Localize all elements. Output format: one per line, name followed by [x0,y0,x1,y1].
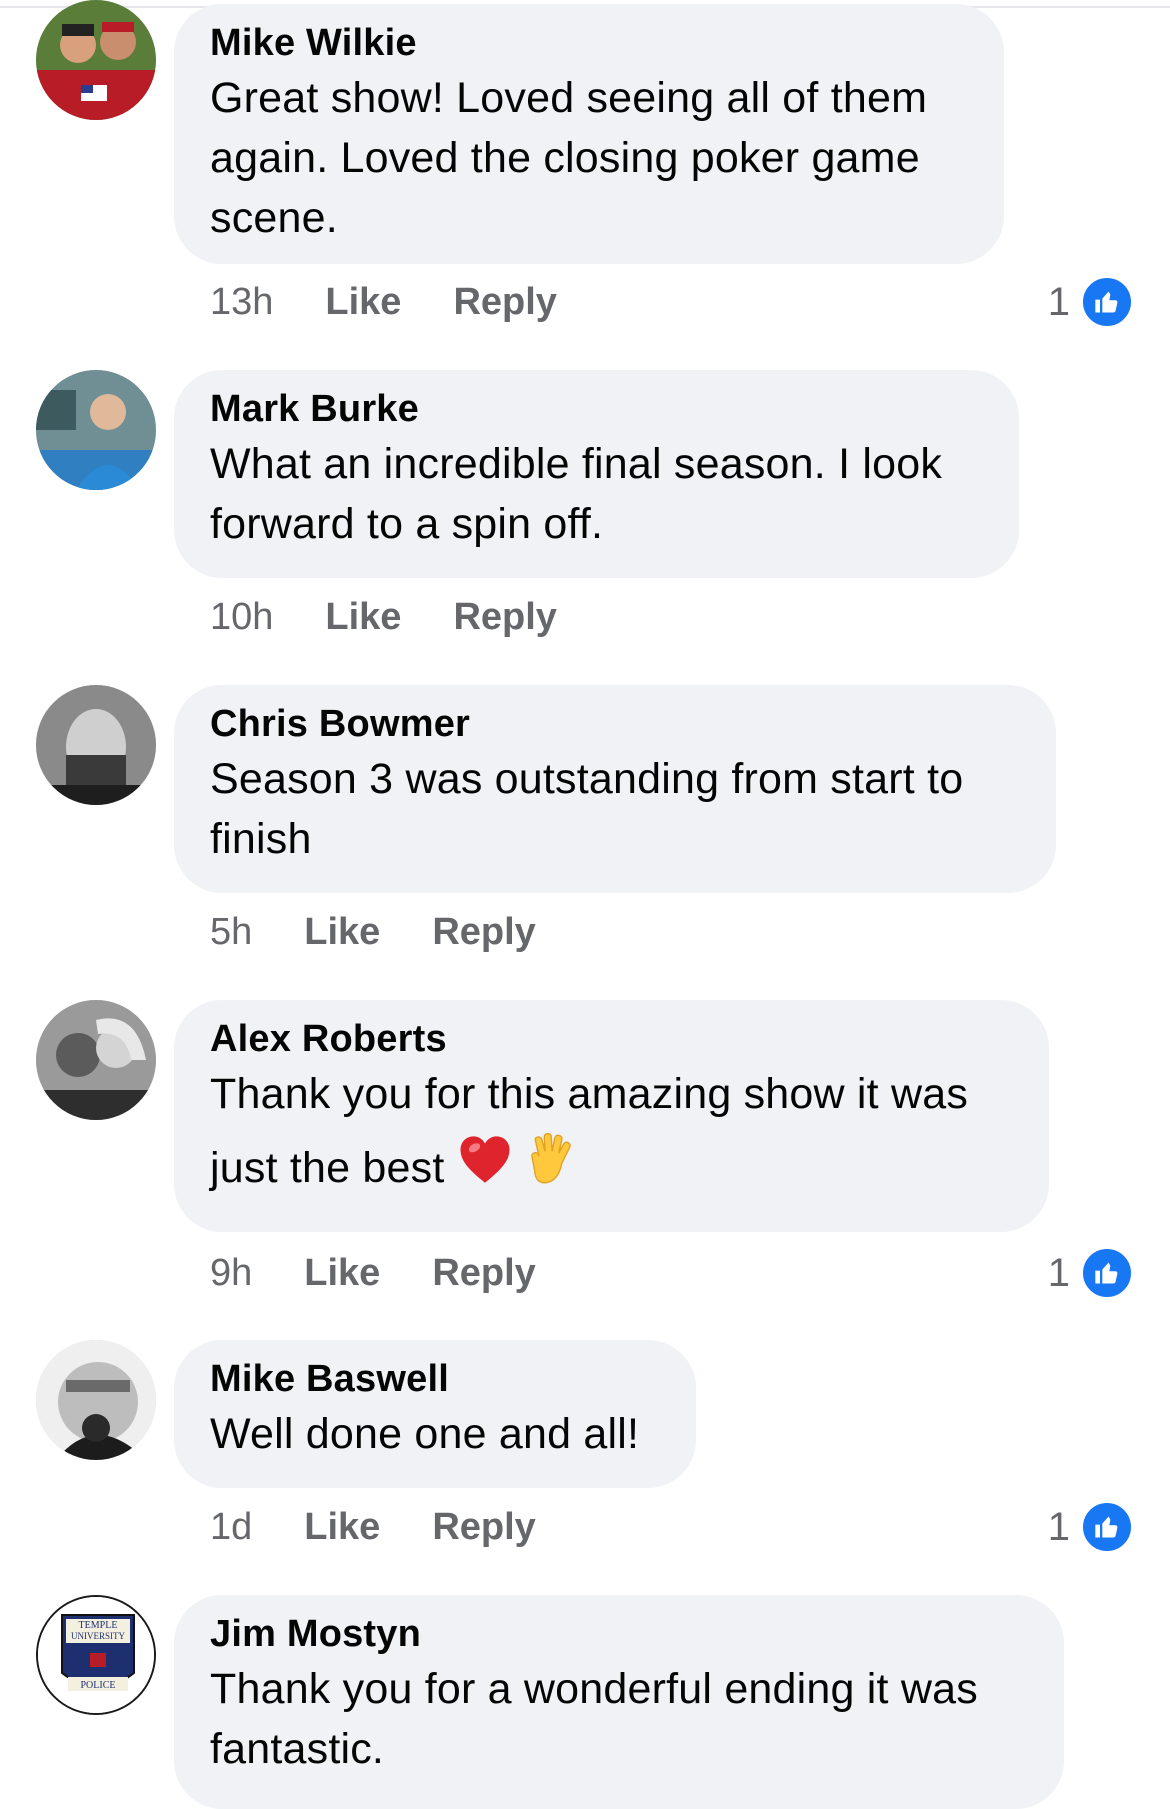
like-button[interactable]: Like [304,1252,380,1295]
badge-text-line1: TEMPLE [79,1620,118,1631]
comment-author[interactable]: Mike Baswell [210,1354,660,1404]
comment-actions: 1d Like Reply [210,1502,588,1552]
comment-text-line: Season 3 was outstanding from start to [210,755,964,803]
comment-time[interactable]: 10h [210,596,273,639]
reply-button[interactable]: Reply [432,1506,535,1549]
comment-author[interactable]: Alex Roberts [210,1014,1013,1064]
comment-author[interactable]: Mike Wilkie [210,18,968,68]
reaction-count: 1 [1047,279,1070,324]
like-button[interactable]: Like [325,281,401,324]
badge-text-line3: POLICE [81,1680,116,1691]
comment-bubble: Chris Bowmer Season 3 was outstanding fr… [174,685,1056,893]
red-heart-icon [457,1132,513,1209]
avatar[interactable]: TEMPLE UNIVERSITY POLICE [36,1595,156,1715]
comment-time[interactable]: 13h [210,281,273,324]
reaction-summary[interactable]: 1 [1047,1246,1134,1300]
badge-text-line2: UNIVERSITY [71,1631,125,1641]
vulcan-salute-icon [525,1132,581,1209]
comment-text-line: forward to a spin off. [210,500,604,548]
comment-text-line: Thank you for a wonderful ending it was [210,1665,978,1713]
avatar[interactable] [36,370,156,490]
comment-actions: 5h Like Reply [210,907,588,957]
comment-text-line: again. Loved the closing poker game [210,134,920,182]
comment-bubble: Mike Baswell Well done one and all! [174,1340,696,1488]
comment-text-line: Well done one and all! [210,1410,640,1458]
like-button[interactable]: Like [304,911,380,954]
reaction-summary[interactable]: 1 [1047,275,1134,329]
thumbs-up-icon [1080,1500,1134,1554]
comment-author[interactable]: Mark Burke [210,384,983,434]
comment-actions: 9h Like Reply [210,1248,588,1298]
thumbs-up-icon [1080,275,1134,329]
like-button[interactable]: Like [304,1506,380,1549]
avatar[interactable] [36,685,156,805]
comment-time[interactable]: 1d [210,1506,252,1549]
comment-actions: 10h Like Reply [210,592,609,642]
comment-time[interactable]: 9h [210,1252,252,1295]
comment-bubble: Alex Roberts Thank you for this amazing … [174,1000,1049,1232]
comment-text-line: just the best [210,1132,1013,1209]
comment-text-line: scene. [210,194,338,242]
reply-button[interactable]: Reply [453,596,556,639]
comment-bubble: Mike Wilkie Great show! Loved seeing all… [174,4,1004,264]
reaction-summary[interactable]: 1 [1047,1500,1134,1554]
avatar[interactable] [36,0,156,120]
comment-author[interactable]: Chris Bowmer [210,699,1020,749]
thumbs-up-icon [1080,1246,1134,1300]
comment-text-line: Great show! Loved seeing all of them [210,74,928,122]
comment-text-line: What an incredible final season. I look [210,440,943,488]
like-button[interactable]: Like [325,596,401,639]
comment-time[interactable]: 5h [210,911,252,954]
comment-actions: 13h Like Reply [210,277,609,327]
reaction-count: 1 [1047,1250,1070,1295]
comment-author[interactable]: Jim Mostyn [210,1609,1028,1659]
reply-button[interactable]: Reply [432,911,535,954]
avatar[interactable] [36,1340,156,1460]
comment-bubble: Jim Mostyn Thank you for a wonderful end… [174,1595,1064,1809]
comment-text-line: Thank you for this amazing show it was [210,1070,969,1118]
comment-text-line: finish [210,815,312,863]
comment-bubble: Mark Burke What an incredible final seas… [174,370,1019,578]
comment-text-line: fantastic. [210,1725,385,1773]
reply-button[interactable]: Reply [453,281,556,324]
reply-button[interactable]: Reply [432,1252,535,1295]
avatar[interactable] [36,1000,156,1120]
comment-text-fragment: just the best [210,1143,445,1192]
reaction-count: 1 [1047,1504,1070,1549]
